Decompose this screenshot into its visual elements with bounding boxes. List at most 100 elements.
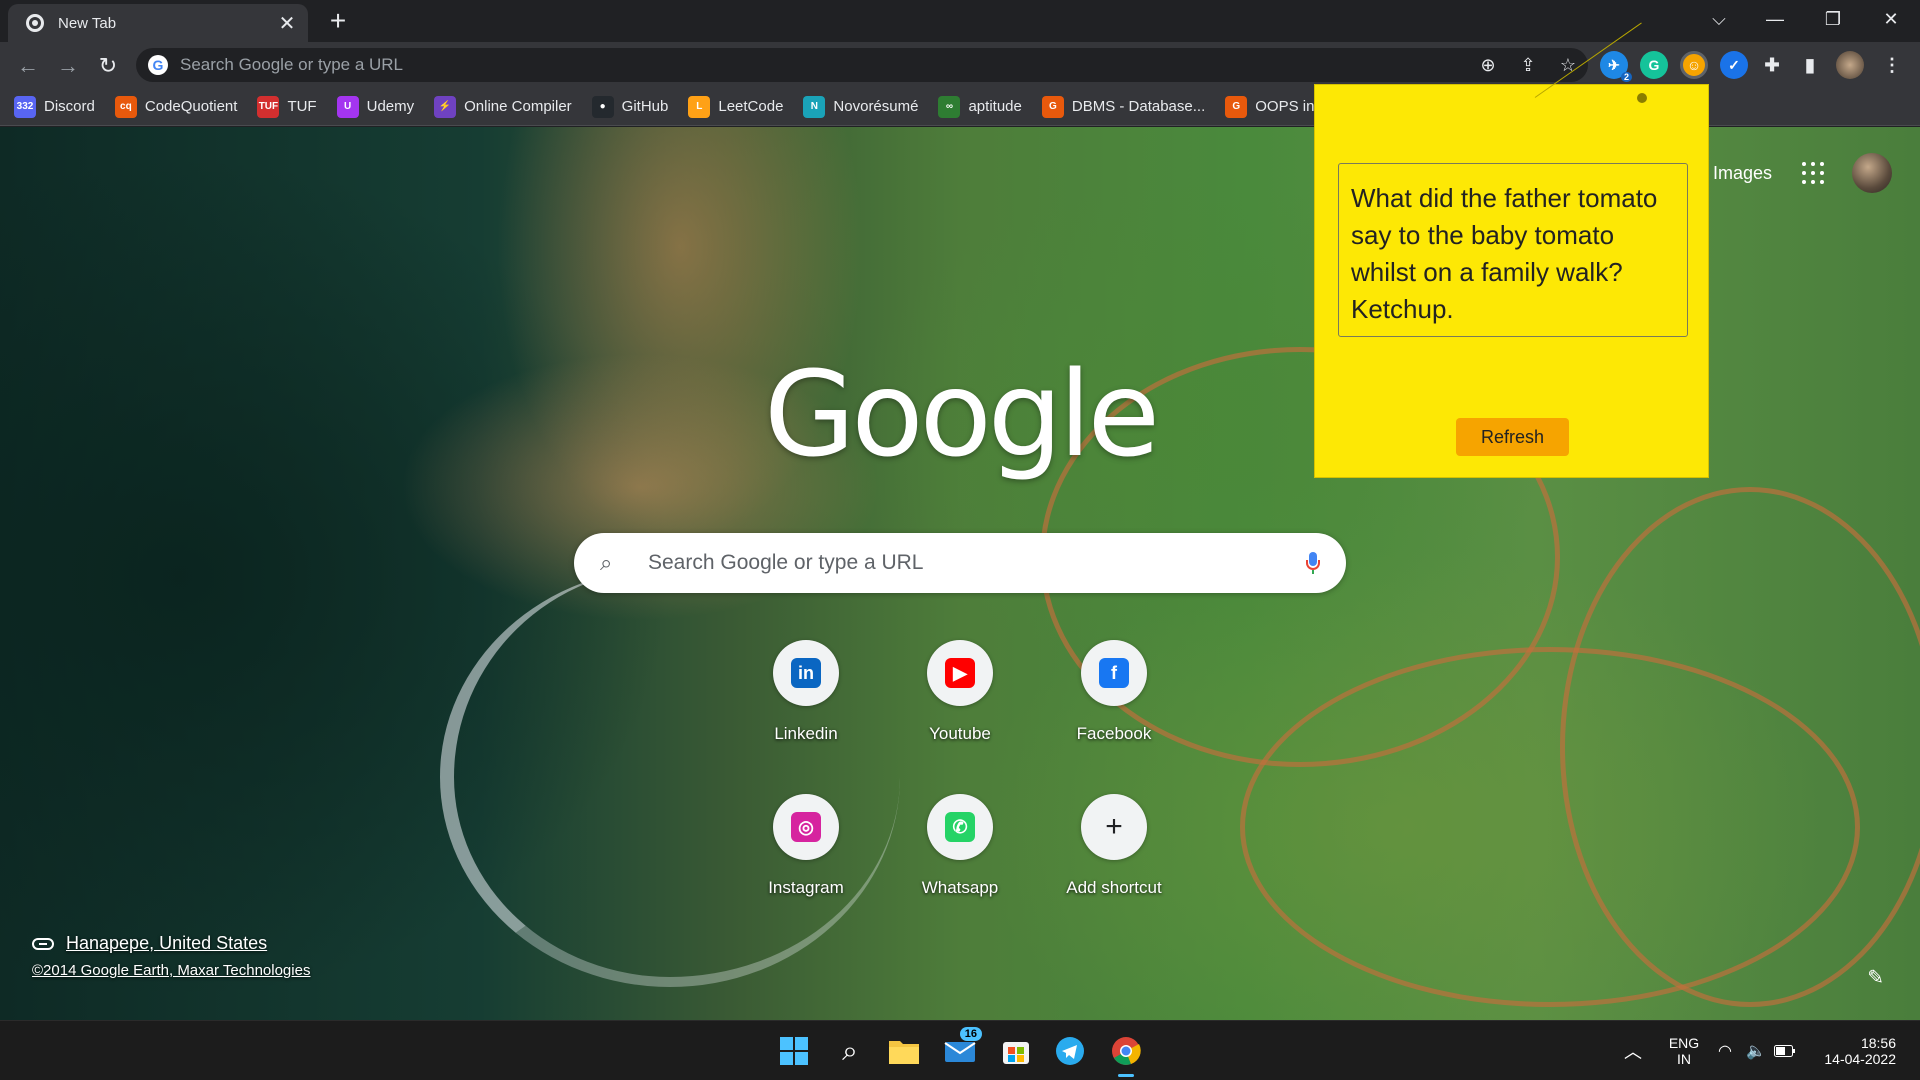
link-icon	[32, 937, 54, 950]
aptitude-icon: ∞	[938, 95, 961, 118]
extension-grammarly-icon[interactable]: G	[1640, 51, 1668, 79]
bookmark-item[interactable]: N Novorésumé	[803, 95, 919, 118]
bookmark-item[interactable]: ● GitHub	[591, 95, 669, 118]
restore-button[interactable]: ❐	[1804, 0, 1862, 38]
bookmark-label: Online Compiler	[464, 98, 572, 115]
search-taskbar-icon[interactable]: ⌕	[830, 1031, 870, 1071]
bookmark-label: OOPS in	[1255, 98, 1315, 115]
bookmark-item[interactable]: TUF TUF	[257, 95, 317, 118]
search-icon: ⌕	[600, 550, 613, 575]
search-input[interactable]: Search Google or type a URL	[634, 551, 1306, 575]
customize-pencil-icon[interactable]: ✎	[1867, 965, 1884, 990]
bookmark-label: Novorésumé	[833, 98, 919, 115]
attribution-location: Hanapepe, United States	[66, 933, 268, 953]
shortcut-tile[interactable]: ▶ Youtube	[896, 640, 1024, 744]
back-button[interactable]: ←	[12, 50, 44, 82]
shortcut-tile[interactable]: ✆ Whatsapp	[896, 794, 1024, 898]
shortcut-tile[interactable]: ◎ Instagram	[742, 794, 870, 898]
telegram-icon[interactable]	[1050, 1031, 1090, 1071]
dbms-icon: G	[1041, 95, 1064, 118]
bookmark-label: aptitude	[968, 98, 1022, 115]
bookmark-item[interactable]: G DBMS - Database...	[1041, 95, 1206, 118]
file-explorer-icon[interactable]	[884, 1031, 924, 1071]
browser-toolbar: ← → ↻ G Search Google or type a URL ⊕ ⇪ …	[0, 42, 1920, 88]
battery-icon[interactable]	[1774, 1021, 1796, 1080]
tab-search-chevron-icon[interactable]: ⌵	[1690, 0, 1748, 38]
clock[interactable]: 18:56 14-04-2022	[1812, 1021, 1896, 1080]
extension-check-icon[interactable]: ✓	[1720, 51, 1748, 79]
side-panel-icon[interactable]: ▮	[1796, 51, 1824, 79]
microsoft-store-icon[interactable]	[996, 1031, 1036, 1071]
microphone-icon[interactable]	[1306, 552, 1320, 574]
address-bar[interactable]: G Search Google or type a URL ⊕ ⇪ ☆	[136, 48, 1588, 82]
shortcut-icon-circle: ◎	[773, 794, 839, 860]
shortcut-label: Whatsapp	[921, 878, 999, 897]
youtube-icon: ▶	[945, 658, 975, 688]
extension-joke-icon[interactable]: ☺	[1680, 51, 1708, 79]
facebook-icon: f	[1099, 658, 1129, 688]
volume-icon[interactable]: 🔈	[1746, 1021, 1766, 1080]
windows-start-icon[interactable]	[774, 1031, 814, 1071]
shortcut-icon-circle: ✆	[927, 794, 993, 860]
shortcut-label: Add shortcut	[1066, 878, 1162, 897]
close-tab-icon[interactable]: ✕	[276, 11, 298, 36]
mail-icon[interactable]: 16	[940, 1027, 982, 1071]
joke-text: What did the father tomato say to the ba…	[1338, 163, 1688, 337]
close-window-button[interactable]: ✕	[1862, 0, 1920, 38]
windows-taskbar: ⌕ 16 ︿ ENG IN ◠ 🔈 18:56 14-04-2022	[0, 1020, 1920, 1080]
bookmark-item[interactable]: U Udemy	[336, 95, 415, 118]
new-tab-button[interactable]: +	[322, 6, 354, 38]
tab-title: New Tab	[58, 14, 117, 32]
bookmark-item[interactable]: ∞ aptitude	[938, 95, 1022, 118]
active-app-indicator	[1118, 1074, 1134, 1077]
tab-new-tab[interactable]: New Tab ✕	[8, 4, 308, 42]
background-attribution: Hanapepe, United States ©2014 Google Ear…	[32, 933, 310, 979]
menu-kebab-icon[interactable]: ⋮	[1878, 51, 1906, 79]
plus-icon: +	[1105, 810, 1123, 843]
forward-button[interactable]: →	[52, 50, 84, 82]
bookmark-label: Udemy	[366, 98, 415, 115]
reload-button[interactable]: ↻	[92, 50, 124, 82]
bookmark-item[interactable]: cq CodeQuotient	[114, 95, 237, 118]
bookmark-label: TUF	[287, 98, 317, 115]
chrome-taskbar-icon[interactable]	[1106, 1031, 1146, 1077]
bookmark-item[interactable]: L LeetCode	[688, 95, 784, 118]
zoom-icon[interactable]: ⊕	[1468, 48, 1508, 82]
minimize-button[interactable]: —	[1746, 0, 1804, 38]
bookmark-item[interactable]: ⚡ Online Compiler	[434, 95, 572, 118]
shortcut-tile[interactable]: f Facebook	[1050, 640, 1178, 744]
account-avatar[interactable]	[1852, 153, 1892, 193]
leetcode-icon: L	[688, 95, 711, 118]
images-link[interactable]: Images	[1713, 163, 1772, 184]
language-indicator[interactable]: ENG IN	[1664, 1021, 1704, 1080]
bookmark-label: DBMS - Database...	[1071, 98, 1206, 115]
bookmark-label: GitHub	[621, 98, 669, 115]
tray-overflow-chevron-icon[interactable]: ︿	[1624, 1021, 1642, 1080]
novoresume-icon: N	[803, 95, 826, 118]
attribution-copyright-link[interactable]: ©2014 Google Earth, Maxar Technologies	[32, 962, 310, 979]
shortcut-icon-circle: +	[1081, 794, 1147, 860]
bookmark-item[interactable]: 332 Discord	[14, 95, 95, 118]
extension-telegram-icon[interactable]: ✈ 2	[1600, 51, 1632, 82]
bookmark-label: LeetCode	[718, 98, 784, 115]
share-icon[interactable]: ⇪	[1508, 48, 1548, 82]
clock-time: 18:56	[1860, 1035, 1896, 1051]
search-box[interactable]: ⌕ Search Google or type a URL	[574, 533, 1346, 593]
terrain-road	[1560, 487, 1920, 1007]
refresh-button[interactable]: Refresh	[1456, 418, 1569, 456]
bookmark-item[interactable]: G OOPS in	[1225, 95, 1315, 118]
shortcut-tile[interactable]: + Add shortcut	[1050, 794, 1178, 898]
udemy-icon: U	[336, 95, 359, 118]
surf-foam	[440, 567, 900, 987]
apps-grid-icon[interactable]	[1802, 162, 1824, 184]
oops-icon: G	[1225, 95, 1248, 118]
shortcut-tile[interactable]: in Linkedin	[742, 640, 870, 744]
discord-icon: 332	[14, 95, 36, 118]
linkedin-icon: in	[791, 658, 821, 688]
clock-date: 14-04-2022	[1824, 1051, 1896, 1067]
extensions-puzzle-icon[interactable]: ✚	[1758, 51, 1786, 79]
attribution-location-link[interactable]: Hanapepe, United States	[32, 933, 310, 954]
shortcut-icon-circle: f	[1081, 640, 1147, 706]
wifi-icon[interactable]: ◠	[1718, 1021, 1732, 1080]
profile-avatar[interactable]	[1836, 51, 1864, 79]
